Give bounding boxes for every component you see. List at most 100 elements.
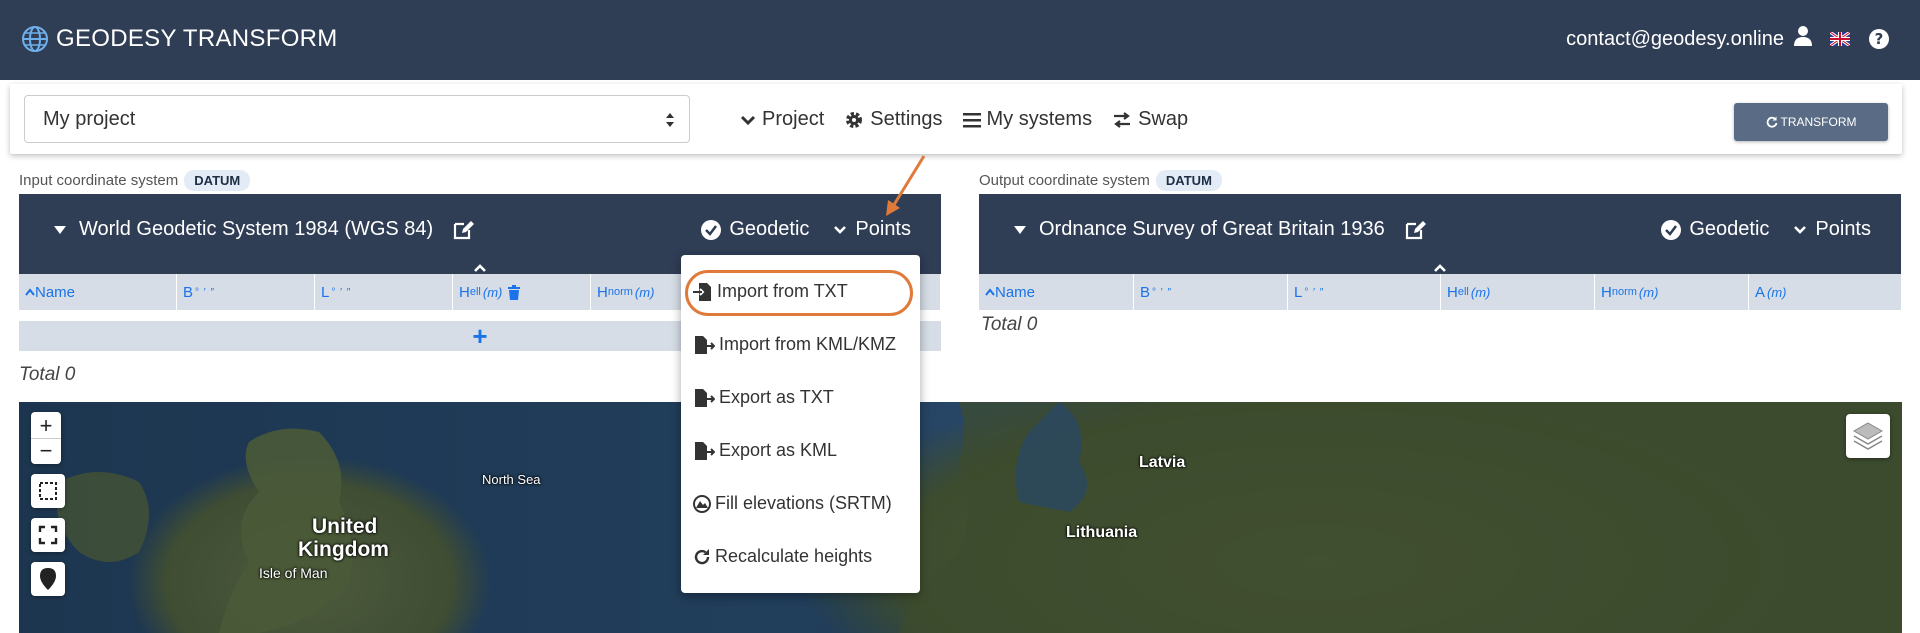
project-select[interactable]: My project [24,95,690,143]
edit-icon[interactable] [453,220,475,240]
land-shapes [56,402,1902,633]
zoom-out-button[interactable]: − [40,438,53,463]
collapse-up-icon[interactable] [1433,262,1447,274]
input-system-name[interactable]: World Geodetic System 1984 (WGS 84) [79,218,433,241]
project-select-value: My project [43,108,136,130]
gear-icon [846,111,863,128]
export-kml-label: Export as KML [719,440,838,460]
output-col-l-label: L [1294,283,1303,301]
chevron-down-icon [834,225,847,234]
swap-menu[interactable]: Swap [1112,108,1188,131]
input-col-hell-sub: ell [469,286,481,298]
output-cs-label-text: Output coordinate system [979,172,1150,189]
input-geodetic-label: Geodetic [729,218,810,240]
recalculate-heights-label: Recalculate heights [715,546,873,566]
output-col-hnorm-sub: norm [1611,286,1637,298]
input-points-label: Points [855,218,911,240]
recalculate-heights-item[interactable]: Recalculate heights [693,546,872,567]
layers-button[interactable] [1846,414,1890,458]
fill-elevations-item[interactable]: Fill elevations (SRTM) [693,493,892,514]
project-menu-label: Project [762,108,825,130]
transform-button-label: TRANSFORM [1780,115,1857,129]
output-geodetic-label: Geodetic [1689,218,1770,240]
map-label-united: United [312,515,378,538]
transform-button[interactable]: TRANSFORM [1734,103,1888,141]
output-total: Total 0 [981,314,1038,335]
file-export-icon [695,388,715,407]
output-col-hnorm[interactable]: Hnorm (m) [1595,274,1749,310]
dms-marks-icon: ° ′ ″ [195,286,215,298]
dms-marks-icon: ° ′ ″ [1304,286,1325,298]
input-col-name-label: Name [35,283,76,301]
fullscreen-button[interactable] [31,518,65,552]
layers-icon [1852,422,1884,450]
trash-icon[interactable] [508,284,521,300]
output-col-hell[interactable]: Hell (m) [1441,274,1595,310]
zoom-in-button[interactable]: + [40,413,53,438]
map-view[interactable]: North Sea United Kingdom Isle of Man Lat… [19,402,1902,633]
input-col-hell-label: H [459,283,470,301]
map-label-kingdom: Kingdom [298,538,389,561]
output-columns-header: Name B ° ′ ″ L ° ′ ″ Hell (m) Hnorm (m) A (m) [979,274,1901,310]
export-kml-item[interactable]: Export as KML [693,440,837,461]
import-kml-item[interactable]: Import from KML/KMZ [693,334,896,355]
output-system-name[interactable]: Ordnance Survey of Great Britain 1936 [1039,218,1385,241]
select-area-button[interactable] [31,474,65,508]
output-col-l[interactable]: L ° ′ ″ [1288,274,1441,310]
input-points-menu[interactable]: Points [833,218,911,241]
uk-flag-icon[interactable] [1830,32,1850,46]
dms-marks-icon: ° ′ ″ [331,286,352,298]
output-col-b[interactable]: B ° ′ ″ [1134,274,1288,310]
input-cs-label-text: Input coordinate system [19,172,179,189]
input-col-b-label: B [183,283,194,301]
settings-menu[interactable]: Settings [844,108,943,131]
user-icon[interactable] [1794,26,1812,52]
settings-menu-label: Settings [870,108,943,130]
sort-up-icon [25,288,35,296]
globe-mountain-icon [693,494,711,513]
my-systems-menu[interactable]: My systems [962,108,1093,131]
input-col-l[interactable]: L ° ′ ″ [315,274,453,310]
caret-down-icon[interactable] [1013,225,1027,235]
brand[interactable]: GEODESY TRANSFORM [20,24,338,54]
output-geodetic-option[interactable]: Geodetic [1661,218,1769,241]
account-email[interactable]: contact@geodesy.online [1566,28,1784,51]
input-geodetic-option[interactable]: Geodetic [701,218,809,241]
import-kml-label: Import from KML/KMZ [719,334,897,354]
input-col-name[interactable]: Name [19,274,177,310]
list-icon [962,112,981,127]
help-icon[interactable]: ? [1868,28,1890,50]
zoom-control: + − [31,412,61,464]
select-area-icon [39,482,57,500]
output-col-a-unit: (m) [1767,284,1787,300]
collapse-up-icon[interactable] [473,262,487,274]
highlight-ring [685,270,913,316]
output-col-a[interactable]: A (m) [1749,274,1901,310]
map-marker-icon [40,568,56,590]
fullscreen-icon [38,525,58,545]
caret-down-icon[interactable] [53,225,67,235]
edit-icon[interactable] [1405,220,1427,240]
input-col-hell[interactable]: Hell (m) [453,274,591,310]
marker-button[interactable] [31,562,65,596]
output-col-hell-label: H [1447,283,1458,301]
app-title: GEODESY TRANSFORM [56,25,338,52]
map-label-isle-of-man: Isle of Man [259,565,328,581]
my-systems-menu-label: My systems [986,108,1093,130]
dms-marks-icon: ° ′ ″ [1152,286,1172,298]
input-col-hell-unit: (m) [482,284,503,300]
output-col-hell-unit: (m) [1470,284,1491,300]
project-menu[interactable]: Project [740,108,824,131]
output-col-name[interactable]: Name [979,274,1134,310]
input-col-b[interactable]: B ° ′ ″ [177,274,315,310]
map-label-latvia: Latvia [1139,454,1186,471]
output-points-menu[interactable]: Points [1793,218,1871,241]
map-label-lithuania: Lithuania [1066,524,1138,541]
globe-icon [22,26,48,52]
input-cs-label: Input coordinate system DATUM [19,170,251,191]
file-export-icon [695,441,715,460]
select-arrows-icon [665,111,675,134]
output-points-label: Points [1815,218,1871,240]
export-txt-item[interactable]: Export as TXT [693,387,834,408]
output-panel-header: Ordnance Survey of Great Britain 1936 Ge… [979,194,1901,274]
